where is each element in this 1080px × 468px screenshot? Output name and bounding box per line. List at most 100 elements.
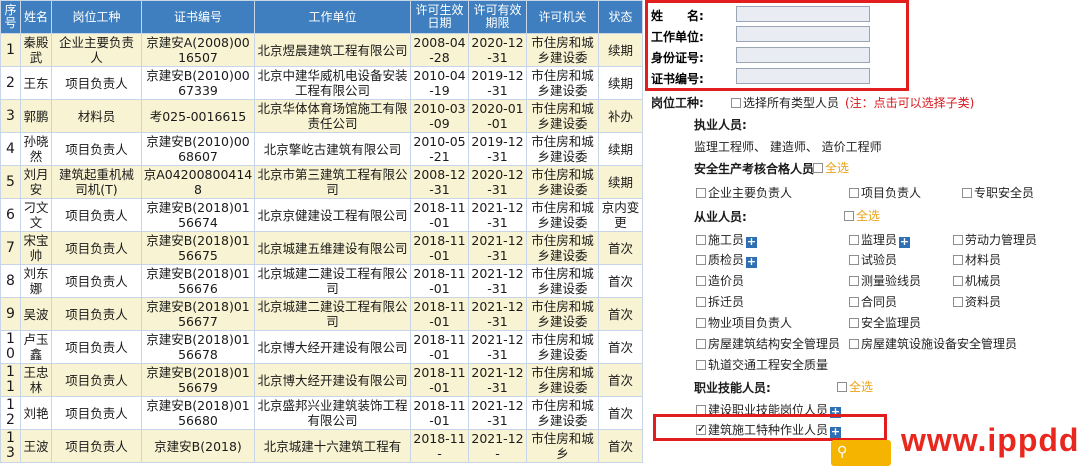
checkbox[interactable] [849, 188, 859, 198]
worker-item-contract[interactable]: 合同员 [849, 293, 897, 310]
select-all-types[interactable]: 选择所有类型人员 [731, 94, 839, 111]
checkbox[interactable] [849, 235, 859, 245]
col-header-start-date[interactable]: 许可生效日期 [410, 0, 469, 34]
checkbox[interactable] [953, 276, 963, 286]
worker-item-quality[interactable]: 质检员 + [696, 251, 758, 268]
post-label: 岗位工种: [651, 96, 704, 110]
worker-item-document[interactable]: 资料员 [953, 293, 1001, 310]
worker-item-machine[interactable]: 机械员 [953, 272, 1001, 289]
checkbox[interactable] [849, 255, 859, 265]
worker-item-rail[interactable]: 轨道交通工程安全质量 [696, 356, 828, 373]
table-row[interactable]: 11 王忠林 项目负责人 京建安B(2018)0156679 北京博大经开建设有限公司 2… [0, 363, 643, 397]
col-header-post[interactable]: 岗位工种 [51, 0, 142, 34]
table-row[interactable]: 7 宋宝帅 项目负责人 京建安B(2018)0156675 北京城建五维建设有限公司 20… [0, 231, 643, 265]
col-header-unit[interactable]: 工作单位 [254, 0, 411, 34]
checkbox[interactable] [849, 276, 859, 286]
col-header-status[interactable]: 状态 [598, 0, 643, 34]
checkbox[interactable] [696, 188, 706, 198]
table-row[interactable]: 1 秦殿武 企业主要负责人 京建安A(2008)0016507 北京煜晨建筑工程有限公司… [0, 33, 643, 67]
item-label: 物业项目负责人 [708, 316, 793, 330]
table-row[interactable]: 5 刘月安 建筑起重机械司机(T) 京A042008004148 北京市第三建筑工程有限… [0, 165, 643, 199]
cell-name: 王波 [20, 429, 52, 463]
worker-item-supervisor[interactable]: 监理员 + [849, 231, 911, 248]
skill-select-all[interactable]: 全选 [837, 378, 873, 395]
skill-select-all-checkbox[interactable] [837, 382, 847, 392]
checkbox[interactable] [962, 188, 972, 198]
table-row[interactable]: 12 刘艳 项目负责人 京建安B(2018)0156680 北京盛邦兴业建筑装饰工程有限… [0, 396, 643, 430]
checkbox[interactable] [696, 339, 706, 349]
worker-select-all[interactable]: 全选 [844, 207, 880, 224]
col-header-index[interactable]: 序号 [0, 0, 21, 34]
practice-title: 执业人员: [694, 118, 747, 132]
cell-post: 项目负责人 [51, 66, 142, 100]
checkbox[interactable] [696, 297, 706, 307]
col-header-cert-no[interactable]: 证书编号 [141, 0, 255, 34]
safety-item-leader[interactable]: 企业主要负责人 [696, 184, 792, 201]
expand-plus-icon[interactable]: + [899, 236, 911, 248]
checkbox[interactable] [696, 318, 706, 328]
table-row[interactable]: 10 卢玉鑫 项目负责人 京建安B(2018)0156678 北京博大经开建设有限公司 2… [0, 330, 643, 364]
skill-item-special[interactable]: 建筑施工特种作业人员+ [696, 421, 842, 438]
checkbox[interactable] [953, 297, 963, 307]
cell-index: 1 [0, 33, 21, 67]
worker-select-all-checkbox[interactable] [844, 211, 854, 221]
worker-item-demolition[interactable]: 拆迁员 [696, 293, 744, 310]
select-all-types-checkbox[interactable] [731, 98, 741, 108]
table-row[interactable]: 6 刁文文 项目负责人 京建安B(2018)0156674 北京京健建设工程有限公司 20… [0, 198, 643, 232]
table-row[interactable]: 9 吴波 项目负责人 京建安B(2018)0156677 北京城建二建设工程有限公司 20… [0, 297, 643, 331]
table-row[interactable]: 4 孙晓然 项目负责人 京建安B(2010)0068607 北京擎屹古建筑有限公司 201… [0, 132, 643, 166]
checkbox[interactable] [849, 339, 859, 349]
worker-item-cost[interactable]: 造价员 [696, 272, 744, 289]
worker-item-property[interactable]: 物业项目负责人 [696, 314, 792, 331]
worker-item-survey[interactable]: 测量验线员 [849, 272, 921, 289]
id-number-input[interactable] [736, 47, 870, 63]
checkbox[interactable] [953, 255, 963, 265]
cell-unit: 北京中建华威机电设备安装工程有限公司 [254, 66, 411, 100]
watermark: www.ippdd.com [901, 422, 1080, 458]
col-header-authority[interactable]: 许可机关 [526, 0, 599, 34]
worker-item-structure[interactable]: 房屋建筑结构安全管理员 [696, 335, 840, 352]
cell-index: 2 [0, 66, 21, 100]
cert-number-input[interactable] [736, 68, 870, 84]
col-header-end-date[interactable]: 许可有效期限 [468, 0, 527, 34]
worker-item-construction[interactable]: 施工员 + [696, 231, 758, 248]
checkbox[interactable] [696, 255, 706, 265]
table-row[interactable]: 3 郭鹏 材料员 考025-0016615 北京华体体育场馆施工有限责任公司 2010-0… [0, 99, 643, 133]
safety-select-all[interactable]: 全选 [813, 159, 849, 176]
cell-post: 项目负责人 [51, 396, 142, 430]
checkbox-checked[interactable] [696, 422, 706, 435]
expand-plus-icon[interactable]: + [746, 256, 758, 268]
col-header-name[interactable]: 姓名 [20, 0, 52, 34]
checkbox[interactable] [849, 318, 859, 328]
table-row[interactable]: 2 王东 项目负责人 京建安B(2010)0067339 北京中建华威机电设备安装工程有… [0, 66, 643, 100]
cell-authority: 市住房和城乡建设委 [526, 33, 599, 67]
safety-item-pm[interactable]: 项目负责人 [849, 184, 921, 201]
checkbox[interactable] [849, 297, 859, 307]
checkbox[interactable] [953, 235, 963, 245]
expand-plus-icon[interactable]: + [830, 426, 842, 438]
cell-start-date: 2010-04-19 [410, 66, 469, 100]
checkbox[interactable] [696, 276, 706, 286]
worker-item-material[interactable]: 材料员 [953, 251, 1001, 268]
search-button[interactable]: ⚲ [831, 440, 891, 466]
safety-select-all-checkbox[interactable] [813, 163, 823, 173]
practice-text[interactable]: 监理工程师、 建造师、 造价工程师 [694, 138, 882, 155]
worker-select-all-label: 全选 [856, 209, 881, 223]
worker-item-safety-supervisor[interactable]: 安全监理员 [849, 314, 921, 331]
item-label: 拆迁员 [708, 295, 745, 309]
safety-item-officer[interactable]: 专职安全员 [962, 184, 1034, 201]
checkbox[interactable] [696, 360, 706, 370]
worker-item-labor[interactable]: 劳动力管理员 [953, 231, 1037, 248]
unit-input[interactable] [736, 26, 870, 42]
name-input[interactable] [736, 6, 870, 22]
checkbox[interactable] [696, 235, 706, 245]
cell-unit: 北京擎屹古建筑有限公司 [254, 132, 411, 166]
worker-item-test[interactable]: 试验员 [849, 251, 897, 268]
worker-item-facility[interactable]: 房屋建筑设施设备安全管理员 [849, 335, 1017, 352]
item-label: 安全监理员 [861, 316, 922, 330]
item-label: 资料员 [965, 295, 1002, 309]
table-row[interactable]: 13 王波 项目负责人 京建安B(2018) 北京城建十六建筑工程有 2018-11- 20… [0, 429, 643, 463]
expand-plus-icon[interactable]: + [746, 236, 758, 248]
cell-name: 吴波 [20, 297, 52, 331]
table-row[interactable]: 8 刘东娜 项目负责人 京建安B(2018)0156676 北京城建二建设工程有限公司 2… [0, 264, 643, 298]
